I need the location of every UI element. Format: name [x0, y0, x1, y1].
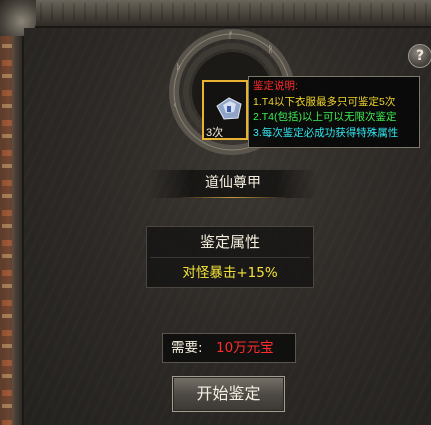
- tooltip-line-1: 1.T4以下衣服最多只可鉴定5次: [253, 95, 396, 108]
- left-frame: [0, 0, 24, 425]
- svg-text:ᚠ: ᚠ: [228, 30, 233, 41]
- tooltip-line-3: 3.每次鉴定必成功获得特殊属性: [253, 126, 399, 139]
- item-count: 3次: [206, 127, 224, 139]
- top-frame-ornament: [40, 3, 431, 21]
- tooltip-title: 鉴定说明:: [253, 80, 298, 92]
- svg-text:ᚲ: ᚲ: [172, 101, 177, 111]
- identify-tooltip: 鉴定说明: 1.T4以下衣服最多只可鉴定5次 2.T4(包括)以上可以无限次鉴定…: [248, 76, 420, 148]
- attribute-value: 对怪暴击+15%: [182, 265, 278, 281]
- armor-icon: [216, 97, 242, 120]
- attribute-heading: 鉴定属性: [199, 233, 260, 251]
- left-frame-pattern: [2, 0, 12, 425]
- start-identify-button[interactable]: 开始鉴定: [172, 376, 285, 412]
- cost-value: 10万元宝: [216, 340, 274, 356]
- tooltip-line-2: 2.T4(包括)以上可以无限次鉴定: [253, 111, 397, 123]
- svg-text:ᚱ: ᚱ: [268, 44, 273, 55]
- item-name: 道仙尊甲: [205, 175, 261, 191]
- help-button[interactable]: ?: [408, 44, 431, 68]
- item-name-divider: [176, 197, 288, 198]
- top-frame: [0, 0, 431, 28]
- attribute-divider: [150, 257, 310, 258]
- cost-label: 需要:: [171, 340, 203, 356]
- svg-text:ᚦ: ᚦ: [176, 62, 181, 73]
